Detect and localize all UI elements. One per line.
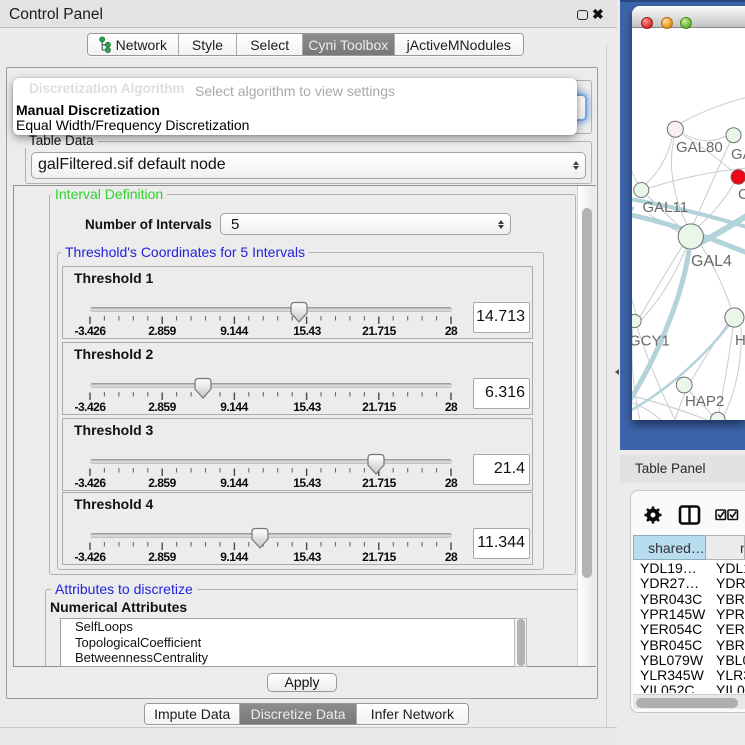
svg-text:GAL: GAL xyxy=(731,146,745,163)
svg-text:GAL4: GAL4 xyxy=(691,253,732,270)
svg-text:HAP2: HAP2 xyxy=(685,393,724,410)
svg-text:GCY1: GCY1 xyxy=(632,333,670,350)
svg-text:H: H xyxy=(735,332,745,349)
svg-text:GAL11: GAL11 xyxy=(643,199,689,216)
svg-text:GAL80: GAL80 xyxy=(676,139,723,156)
svg-text:C: C xyxy=(738,186,745,203)
